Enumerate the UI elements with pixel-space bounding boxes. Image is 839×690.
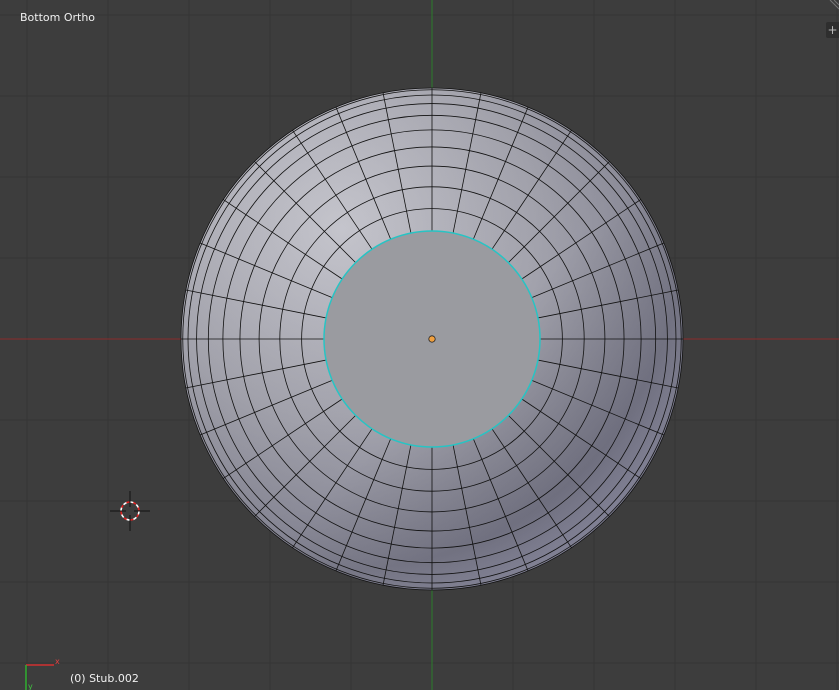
- 3d-viewport[interactable]: Bottom Ortho (0) Stub.002 + x y: [0, 0, 839, 690]
- scene-canvas[interactable]: [0, 0, 839, 690]
- object-origin-icon: [428, 335, 436, 343]
- region-split-corner-icon[interactable]: [827, 0, 839, 12]
- mesh-object[interactable]: [180, 87, 684, 591]
- add-region-button[interactable]: +: [826, 22, 839, 38]
- 3d-cursor-icon[interactable]: [110, 491, 150, 531]
- active-object-label: (0) Stub.002: [70, 672, 139, 685]
- axis-gizmo-icon: x y: [25, 657, 60, 690]
- view-name-label: Bottom Ortho: [20, 11, 96, 24]
- gizmo-y-label: y: [28, 682, 33, 690]
- gizmo-x-label: x: [55, 657, 60, 666]
